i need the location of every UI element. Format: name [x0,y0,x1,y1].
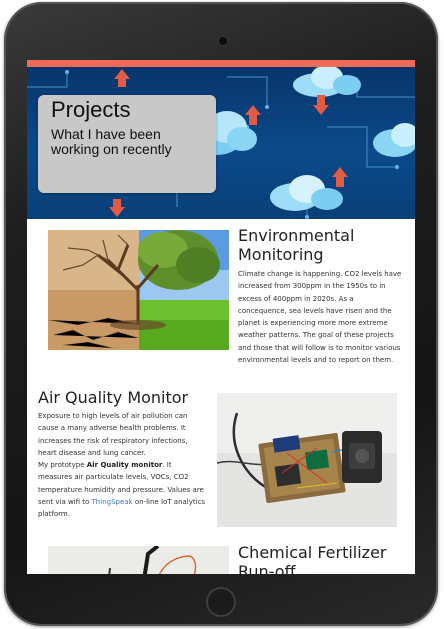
home-button[interactable] [206,587,236,617]
accent-bar [27,60,415,67]
project-environmental-monitoring: Environmental Monitoring Climate change … [27,223,415,378]
tree-half-dead-half-alive-image [48,230,229,350]
tablet-frame: Projects What I have been working on rec… [4,2,438,626]
description-text: My prototype [38,461,87,470]
cloud-icon [373,123,415,157]
camera-icon [218,36,228,46]
project-chemical-fertilizer: Chemical Fertilizer Run-off [27,542,415,574]
cable-sensor-image [48,546,229,574]
screen: Projects What I have been working on rec… [27,60,415,574]
project-title: Environmental Monitoring [238,226,355,264]
circuit-board-prototype-image [217,393,397,527]
hero-banner: Projects What I have been working on rec… [27,67,415,219]
project-title: Chemical Fertilizer Run-off [238,543,387,574]
cloud-icon [270,175,343,211]
project-air-quality-monitor: Air Quality Monitor Exposure to high lev… [27,382,415,542]
highlight-text: Air Quality monitor [86,461,163,470]
project-description: Climate change is happening. CO2 levels … [238,270,402,365]
cloud-icon [293,67,361,97]
thingspeak-link[interactable]: ThingSpeak [92,498,133,506]
page-subtitle: What I have been working on recently [51,126,172,157]
page-title: Projects [51,97,131,122]
hero-card: Projects What I have been working on rec… [38,95,216,193]
project-title: Air Quality Monitor [38,388,189,407]
project-description: Exposure to high levels of air pollution… [38,410,208,521]
description-paragraph-1: Exposure to high levels of air pollution… [38,412,188,457]
